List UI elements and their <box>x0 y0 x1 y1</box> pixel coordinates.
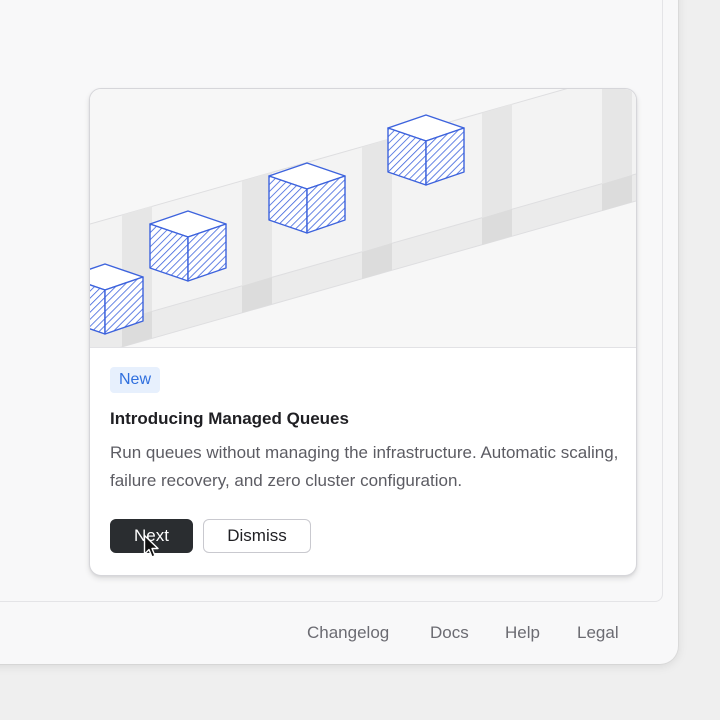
queue-item-cube-icon <box>268 162 346 234</box>
dismiss-button[interactable]: Dismiss <box>203 519 311 553</box>
announcement-card: New Introducing Managed Queues Run queue… <box>89 88 637 576</box>
queue-item-cube-icon <box>90 263 144 335</box>
queue-illustration <box>90 89 636 348</box>
footer-link-help[interactable]: Help <box>505 622 540 644</box>
announcement-description: Run queues without managing the infrastr… <box>110 443 619 490</box>
mouse-pointer-icon <box>143 534 159 558</box>
new-badge: New <box>110 367 161 393</box>
queue-item-cube-icon <box>149 210 227 282</box>
footer-links: Changelog Docs Help Legal <box>0 622 720 646</box>
queue-item-cube-icon <box>387 114 465 186</box>
footer-link-legal[interactable]: Legal <box>577 622 619 644</box>
announcement-title: Introducing Managed Queues <box>110 409 349 428</box>
footer-link-docs[interactable]: Docs <box>430 622 469 644</box>
footer-link-changelog[interactable]: Changelog <box>307 622 389 644</box>
